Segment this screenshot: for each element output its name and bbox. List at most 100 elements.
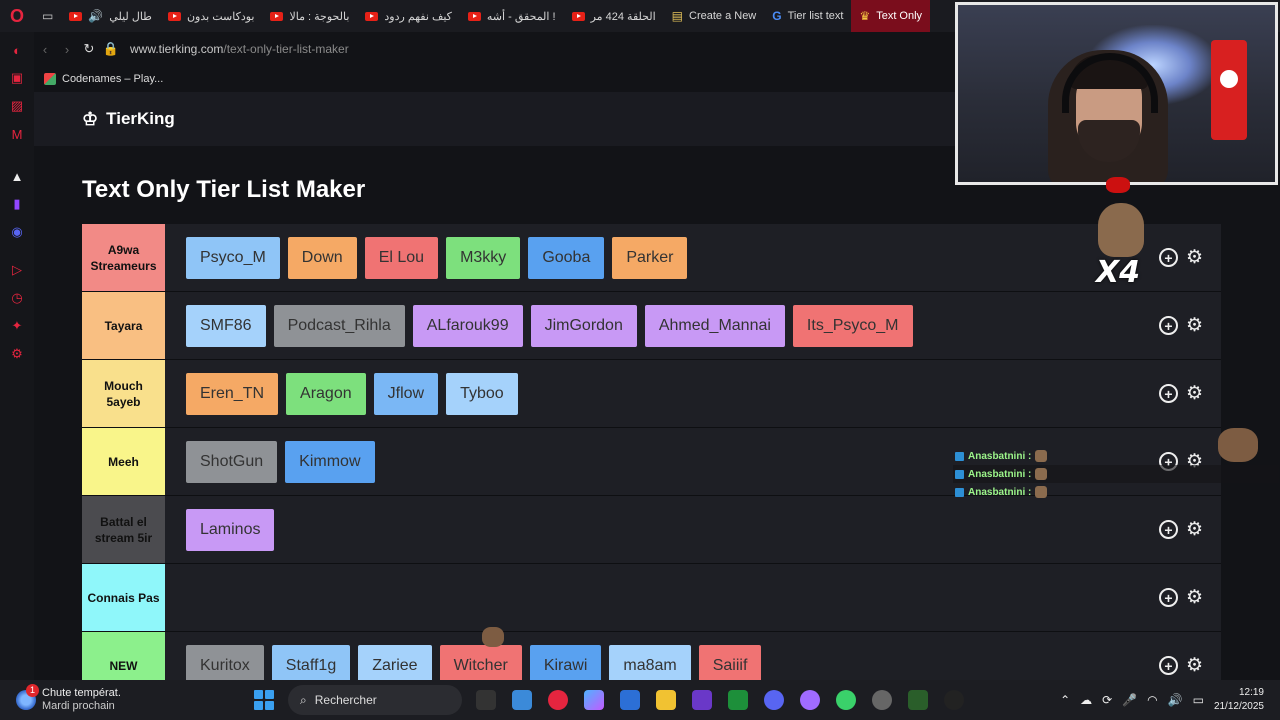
tier-item[interactable]: Eren_TN	[186, 372, 279, 415]
tier-item[interactable]: Tyboo	[446, 372, 518, 415]
browser-tab[interactable]: بالحوجة : مالا	[262, 0, 357, 32]
tier-item[interactable]: Parker	[612, 236, 688, 279]
mic-icon[interactable]: 🎤	[1122, 693, 1137, 707]
taskbar-search[interactable]: ⌕ Rechercher	[288, 685, 462, 715]
gx-corner-icon[interactable]: ▨	[7, 96, 27, 116]
browser-tab[interactable]: الحلقة 424 مر	[564, 0, 664, 32]
tier-item[interactable]: Saiiif	[698, 644, 762, 680]
tier-item[interactable]: Podcast_Rihla	[273, 304, 405, 347]
tier-item[interactable]: Laminos	[186, 508, 275, 551]
tier-settings-icon[interactable]: ⚙	[1186, 654, 1203, 677]
search-placeholder: Rechercher	[314, 693, 377, 707]
tier-item[interactable]: Kirawi	[529, 644, 602, 680]
tier-item[interactable]: Aragon	[286, 372, 366, 415]
browser-tab[interactable]: G Tier list text	[764, 0, 851, 32]
tier-settings-icon[interactable]: ⚙	[1186, 518, 1203, 541]
player-icon[interactable]: ▷	[7, 260, 27, 280]
back-icon[interactable]: ‹	[34, 42, 56, 57]
speed-dial-icon[interactable]: ◐	[7, 40, 27, 60]
add-item-icon[interactable]: +	[1158, 248, 1178, 267]
discord-icon[interactable]: ◉	[7, 222, 27, 242]
reload-icon[interactable]: ↻	[78, 41, 100, 57]
settings-icon[interactable]: ⚙	[7, 344, 27, 364]
chevron-up-icon[interactable]: ⌃	[1060, 693, 1070, 707]
browser-tab-active[interactable]: ♛ Text Only	[851, 0, 931, 32]
tier-label[interactable]: Battal el stream 5ir	[82, 496, 165, 563]
sync-icon[interactable]: ⟳	[1102, 693, 1112, 707]
browser-tab[interactable]: ▤ Create a New	[664, 0, 765, 32]
opera-gray-icon[interactable]	[872, 690, 892, 710]
tier-settings-icon[interactable]: ⚙	[1186, 246, 1203, 269]
tier-item[interactable]: JimGordon	[530, 304, 637, 347]
tier-item[interactable]: ma8am	[609, 644, 691, 680]
tier-item[interactable]: ShotGun	[186, 440, 278, 483]
xbox-icon[interactable]	[728, 690, 748, 710]
twitch-icon[interactable]: ▮	[7, 194, 27, 214]
tier-settings-icon[interactable]: ⚙	[1186, 314, 1203, 337]
tier-item[interactable]: Kuritox	[186, 644, 264, 680]
widget-app-icon[interactable]	[512, 690, 532, 710]
tab-label: Text Only	[876, 10, 923, 22]
tier-settings-icon[interactable]: ⚙	[1186, 382, 1203, 405]
tier-item[interactable]: Down	[287, 236, 357, 279]
wifi-icon[interactable]: ◠	[1147, 693, 1157, 707]
opera-logo-icon[interactable]: O	[0, 0, 34, 32]
extensions-icon[interactable]: ✦	[7, 316, 27, 336]
tier-item[interactable]: Staff1g	[271, 644, 351, 680]
tier-item[interactable]: Its_Psyco_M	[792, 304, 913, 347]
gx-control-icon[interactable]: ▣	[7, 68, 27, 88]
opera-alt-icon[interactable]	[836, 690, 856, 710]
terminal-icon[interactable]	[908, 690, 928, 710]
tier-item[interactable]: Zariee	[358, 644, 432, 680]
add-item-icon[interactable]: +	[1158, 588, 1178, 607]
task-view-icon[interactable]	[476, 690, 496, 710]
add-item-icon[interactable]: +	[1158, 520, 1178, 539]
weather-widget[interactable]: 1 Chute températ. Mardi prochain	[0, 684, 230, 713]
url-field[interactable]: www.tierking.com/text-only-tier-list-mak…	[130, 42, 349, 56]
browser-tab[interactable]: 🔊 طال ليلي	[61, 0, 160, 32]
tier-label[interactable]: Connais Pas	[82, 564, 165, 631]
obs-icon[interactable]	[944, 690, 964, 710]
tier-item[interactable]: M3kky	[446, 236, 521, 279]
tier-item[interactable]: Psyco_M	[186, 236, 280, 279]
tier-item[interactable]: Jflow	[373, 372, 439, 415]
tab-toggle[interactable]: ▭	[34, 0, 61, 32]
tier-label[interactable]: NEW	[82, 632, 165, 680]
forward-icon[interactable]: ›	[56, 42, 78, 57]
bookmark-item[interactable]: Codenames – Play...	[62, 73, 163, 85]
tier-label[interactable]: Tayara	[82, 292, 165, 359]
proton-icon[interactable]	[692, 690, 712, 710]
cloud-icon[interactable]: ☁	[1080, 693, 1092, 707]
add-item-icon[interactable]: +	[1158, 656, 1178, 675]
history-icon[interactable]: ◷	[7, 288, 27, 308]
browser-tab[interactable]: كيف نفهم ردود	[357, 0, 460, 32]
volume-icon[interactable]: 🔊	[1168, 693, 1183, 707]
add-item-icon[interactable]: +	[1158, 384, 1178, 403]
tier-item[interactable]: Witcher	[439, 644, 522, 680]
site-brand[interactable]: TierKing	[106, 109, 175, 129]
aria-icon[interactable]: ▲	[7, 166, 27, 186]
add-item-icon[interactable]: +	[1158, 316, 1178, 335]
copilot-icon[interactable]	[584, 690, 604, 710]
opera-gx-icon[interactable]	[800, 690, 820, 710]
tier-item[interactable]: ALfarouk99	[412, 304, 523, 347]
tier-item[interactable]: Gooba	[528, 236, 605, 279]
mail-icon[interactable]: M	[7, 124, 27, 144]
battery-icon[interactable]: ▭	[1193, 693, 1204, 707]
tier-item[interactable]: Kimmow	[285, 440, 375, 483]
clock[interactable]: 12:19 21/12/2025	[1214, 686, 1264, 714]
browser-tab[interactable]: المحقق - أشه !	[460, 0, 564, 32]
tier-settings-icon[interactable]: ⚙	[1186, 586, 1203, 609]
explorer-icon[interactable]	[656, 690, 676, 710]
start-button[interactable]	[254, 690, 274, 710]
tier-item[interactable]: El Lou	[364, 236, 439, 279]
tier-label[interactable]: Meeh	[82, 428, 165, 495]
browser-tab[interactable]: بودكاست بدون	[160, 0, 263, 32]
store-icon[interactable]	[620, 690, 640, 710]
tier-label[interactable]: Mouch 5ayeb	[82, 360, 165, 427]
tier-item[interactable]: SMF86	[186, 304, 266, 347]
tier-item[interactable]: Ahmed_Mannai	[644, 304, 785, 347]
tier-label[interactable]: A9wa Streameurs	[82, 224, 165, 291]
discord-app-icon[interactable]	[764, 690, 784, 710]
opera-app-icon[interactable]	[548, 690, 568, 710]
